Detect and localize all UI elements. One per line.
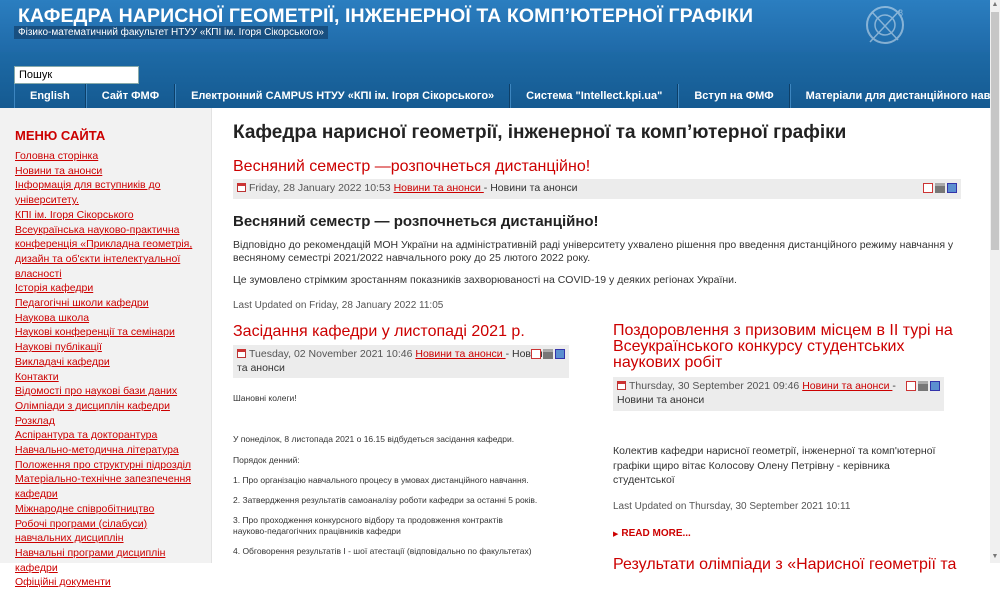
main-content: Кафедра нарисної геометрії, інженерної т… [233, 108, 968, 573]
article-paragraph: Відповідно до рекомендацій МОН України н… [233, 239, 954, 264]
sidebar-item-scientific-school[interactable]: Наукова школа [15, 311, 205, 326]
category-text: - [892, 380, 896, 392]
read-more-row: ▶ READ MORE... [613, 523, 958, 541]
sidebar-item-olympiads[interactable]: Олімпіади з дисциплін кафедри [15, 399, 205, 414]
article-greeting: Шановні колеги! [233, 393, 297, 403]
email-icon[interactable] [555, 349, 565, 359]
category-text: та анонси [237, 362, 285, 374]
site-subtitle: Фізико-математичний факультет НТУУ «КПІ … [14, 26, 328, 39]
navigation-band: English Сайт ФМФ Електронний CAMPUS НТУУ… [0, 52, 1000, 108]
department-logo-icon: 8 [866, 6, 904, 44]
category-text: - Новини та анонси [483, 182, 578, 194]
last-updated: Last Updated on Friday, 28 January 2022 … [233, 300, 444, 311]
svg-text:8: 8 [898, 8, 903, 18]
sidebar-item-databases[interactable]: Відомості про наукові бази даних [15, 384, 205, 399]
sidebar-item-equipment[interactable]: Матеріально-технічне запезпечення кафедр… [15, 472, 205, 501]
article-heading: Весняний семестр — розпочнеться дистанці… [233, 213, 599, 230]
agenda-item: 4. Обговорення результатів І - шої атест… [233, 546, 532, 556]
agenda-item: 3. Про проходження конкурсного відбору т… [233, 515, 503, 536]
search-input[interactable] [14, 66, 139, 84]
article-body: Колектив кафедри нарисної геометрії, інж… [613, 445, 936, 486]
topmenu-fmf-site[interactable]: Сайт ФМФ [85, 84, 176, 108]
article-tools [906, 381, 940, 391]
category-text: Новини та анонси [617, 394, 705, 406]
sidebar-item-literature[interactable]: Навчально-методична література [15, 443, 205, 458]
site-title[interactable]: КАФЕДРА НАРИСНОЇ ГЕОМЕТРІЇ, ІНЖЕНЕРНОЇ Т… [18, 5, 753, 28]
topmenu-english[interactable]: English [14, 84, 86, 108]
article-date: Friday, 28 January 2022 10:53 [249, 182, 391, 194]
email-icon[interactable] [947, 183, 957, 193]
sidebar-item-history[interactable]: Історія кафедри [15, 281, 205, 296]
sidebar-item-international[interactable]: Міжнародне співробітництво [15, 502, 205, 517]
pdf-icon[interactable] [923, 183, 933, 193]
print-icon[interactable] [543, 349, 553, 359]
last-updated: Last Updated on Thursday, 30 September 2… [613, 500, 851, 512]
article-title[interactable]: Результати олімпіади з «Нарисної геометр… [613, 556, 958, 573]
scroll-up-arrow-icon[interactable]: ▲ [990, 0, 1000, 10]
sidebar-item-postgraduate[interactable]: Аспірантура та докторантура [15, 428, 205, 443]
sidebar-item-documents[interactable]: Офіційні документи [15, 575, 205, 590]
topmenu-admission[interactable]: Вступ на ФМФ [678, 84, 790, 108]
article-title[interactable]: Засідання кафедри у листопаді 2021 р. [233, 323, 595, 340]
sidebar-item-teachers[interactable]: Викладачі кафедри [15, 355, 205, 370]
agenda-item: 2. Затвердження результатів самоаналізу … [233, 495, 538, 505]
article-title[interactable]: Весняний семестр —розпочнеться дистанцій… [233, 158, 961, 175]
category-link[interactable]: Новини та анонси [394, 182, 484, 194]
sidebar-item-news[interactable]: Новини та анонси [15, 164, 205, 179]
sidebar-item-regulations[interactable]: Положення про структурні підрозділ [15, 458, 205, 473]
site-menu-sidebar: МЕНЮ САЙТА Головна сторінка Новини та ан… [0, 108, 212, 588]
sidebar-item-contacts[interactable]: Контакти [15, 370, 205, 385]
topmenu-campus[interactable]: Електронний CAMPUS НТУУ «КПІ ім. Ігоря С… [175, 84, 511, 108]
pdf-icon[interactable] [531, 349, 541, 359]
topmenu-intellect[interactable]: Система "Intellect.kpi.ua" [510, 84, 679, 108]
page-title: Кафедра нарисної геометрії, інженерної т… [233, 122, 847, 143]
sidebar-item-pedagogical-schools[interactable]: Педагогічні школи кафедри [15, 296, 205, 311]
sidebar-item-programs[interactable]: Навчальні програми дисциплін кафедри [15, 546, 205, 575]
sidebar-item-home[interactable]: Головна сторінка [15, 149, 205, 164]
read-more-link[interactable]: READ MORE... [621, 528, 690, 539]
article-date: Thursday, 30 September 2021 09:46 [629, 380, 800, 392]
vertical-scrollbar[interactable]: ▲ ▼ [990, 0, 1000, 563]
site-header: КАФЕДРА НАРИСНОЇ ГЕОМЕТРІЇ, ІНЖЕНЕРНОЇ Т… [0, 0, 990, 52]
article-tools [923, 183, 957, 193]
article-paragraph: Це зумовлено стрімким зростанням показни… [233, 274, 737, 286]
arrow-right-icon: ▶ [613, 530, 619, 538]
sidebar-item-publications[interactable]: Наукові публікації [15, 340, 205, 355]
article-date: Tuesday, 02 November 2021 10:46 [249, 348, 413, 360]
top-menu: English Сайт ФМФ Електронний CAMPUS НТУУ… [14, 84, 1000, 108]
article-congratulations: Поздоровлення з призовим місцем в ІІ тур… [613, 323, 958, 573]
calendar-icon [237, 183, 246, 192]
scroll-down-arrow-icon[interactable]: ▼ [990, 552, 1000, 562]
category-link[interactable]: Новини та анонси [802, 380, 892, 392]
article-meta: Tuesday, 02 November 2021 10:46 Новини т… [233, 345, 569, 378]
email-icon[interactable] [930, 381, 940, 391]
print-icon[interactable] [935, 183, 945, 193]
sidebar-item-conference[interactable]: Всеукраїнська науково-практична конферен… [15, 223, 205, 282]
sidebar-item-schedule[interactable]: Розклад [15, 414, 205, 429]
sidebar-item-conferences-seminars[interactable]: Наукові конференції та семінари [15, 325, 205, 340]
scrollbar-thumb[interactable] [991, 12, 999, 250]
article-meta: Thursday, 30 September 2021 09:46 Новини… [613, 377, 944, 411]
category-link[interactable]: Новини та анонси [415, 348, 505, 360]
article-department-meeting: Засідання кафедри у листопаді 2021 р. Tu… [233, 323, 595, 557]
calendar-icon [617, 381, 626, 390]
article-spring-semester: Весняний семестр —розпочнеться дистанцій… [233, 158, 961, 311]
article-tools [531, 349, 565, 359]
print-icon[interactable] [918, 381, 928, 391]
article-meta: Friday, 28 January 2022 10:53 Новини та … [233, 179, 961, 199]
agenda-label: Порядок денний: [233, 455, 300, 465]
article-title[interactable]: Поздоровлення з призовим місцем в ІІ тур… [613, 323, 958, 371]
calendar-icon [237, 349, 246, 358]
sidebar-item-applicants[interactable]: Інформація для вступників до університет… [15, 178, 205, 207]
sidebar-title: МЕНЮ САЙТА [15, 128, 106, 143]
article-intro: У понеділок, 8 листопада 2021 о 16.15 ві… [233, 434, 515, 444]
pdf-icon[interactable] [906, 381, 916, 391]
topmenu-distance-materials[interactable]: Матеріали для дистанційного навчання [789, 84, 1000, 108]
agenda-item: 1. Про організацію навчального процесу в… [233, 475, 529, 485]
sidebar-item-syllabi[interactable]: Робочі програми (сілабуси) навчальних ди… [15, 517, 205, 546]
sidebar-item-kpi[interactable]: КПІ ім. Ігоря Сікорського [15, 208, 205, 223]
